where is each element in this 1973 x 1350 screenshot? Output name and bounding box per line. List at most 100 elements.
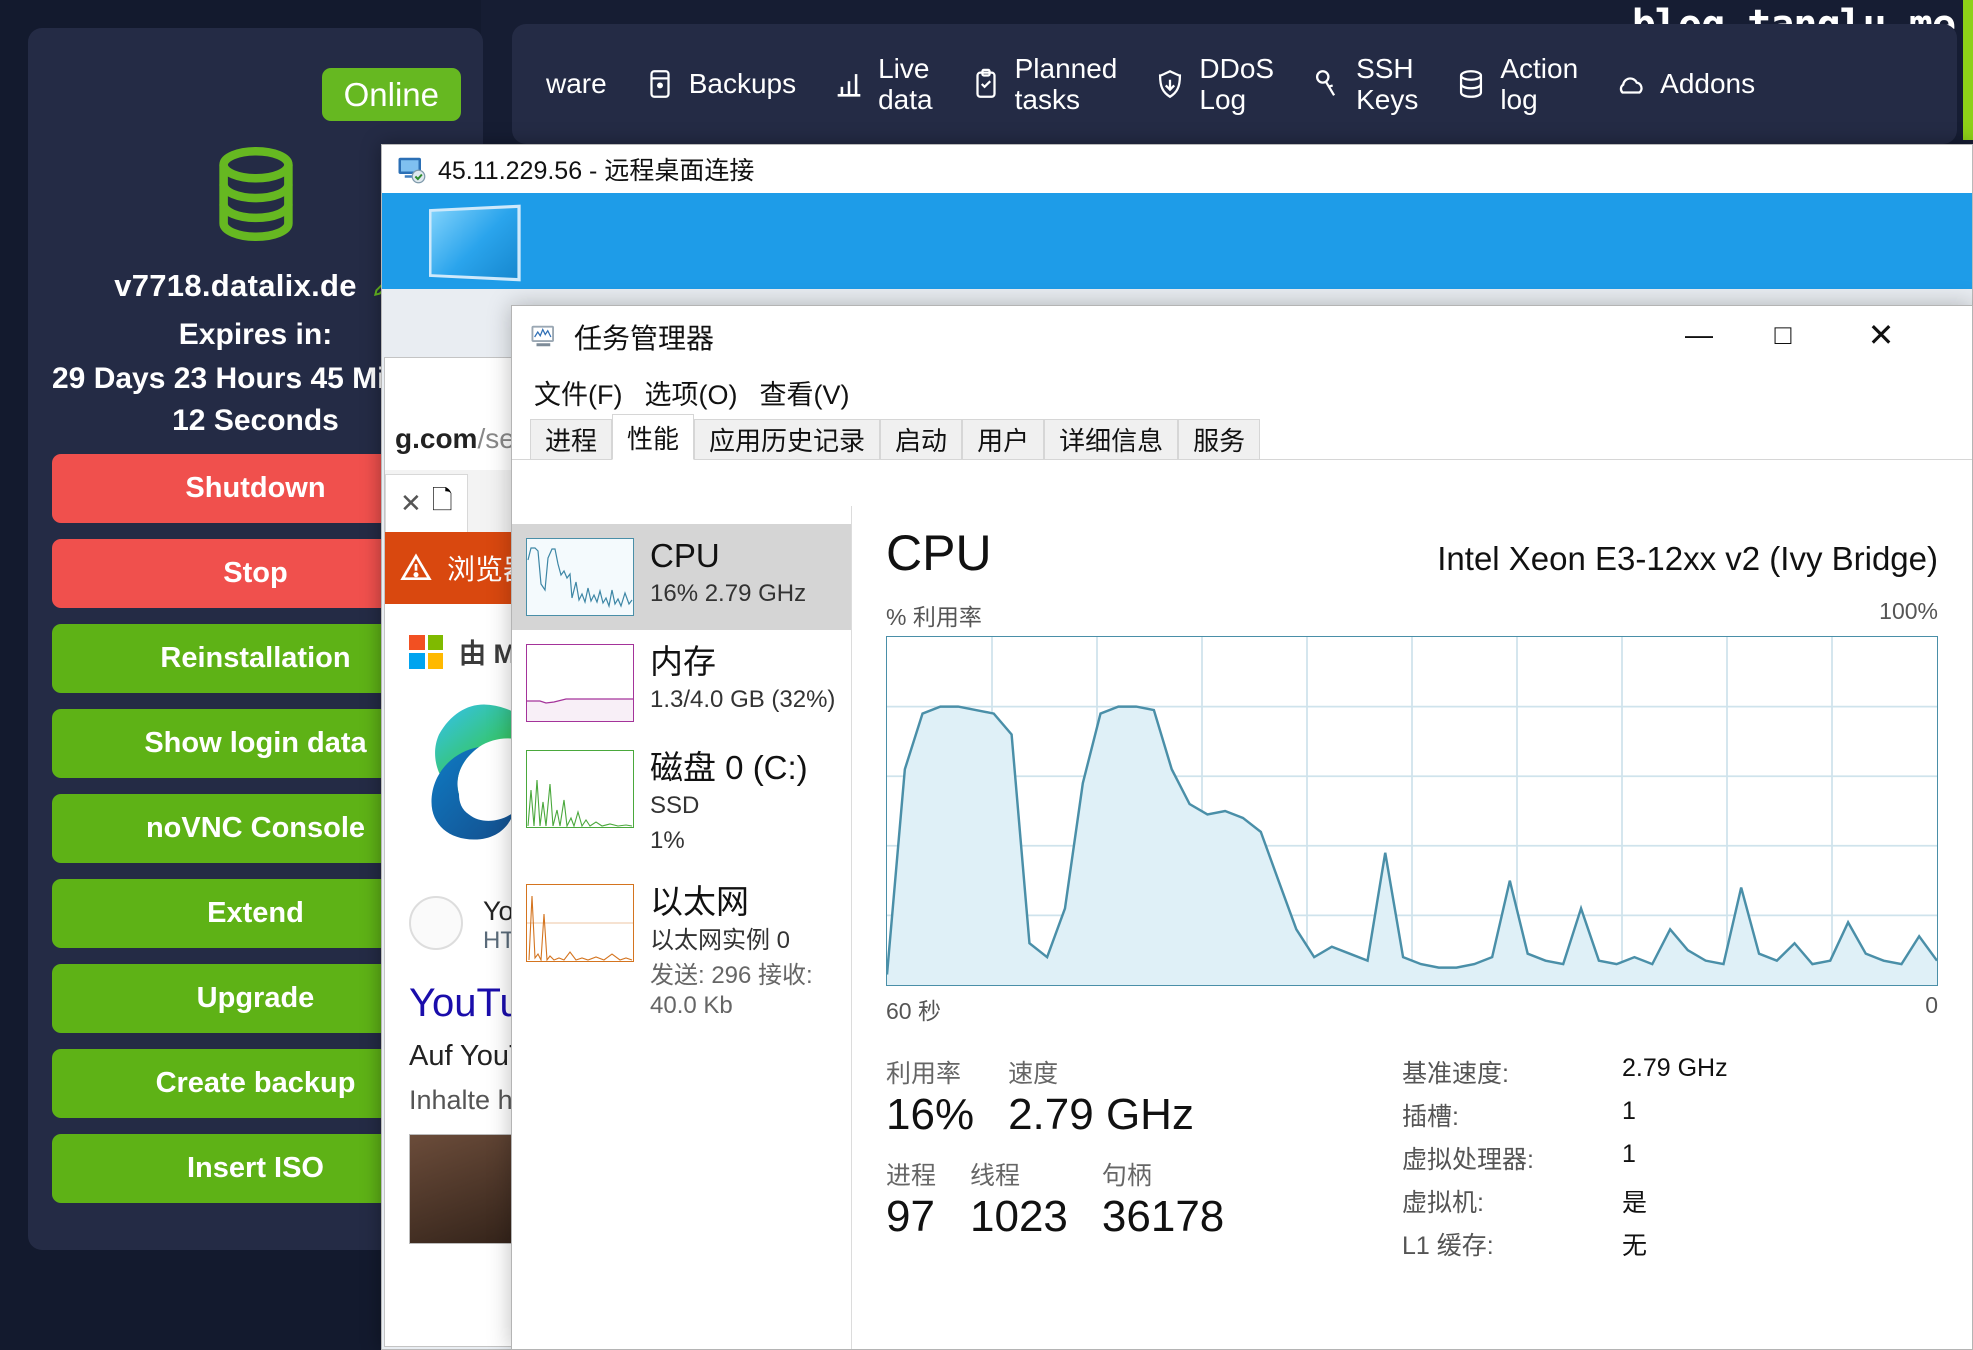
nav-label-backups: Backups [689, 68, 796, 99]
nav-label-action: Action [1500, 53, 1578, 84]
tab-users[interactable]: 用户 [962, 419, 1044, 459]
tab-performance[interactable]: 性能 [612, 414, 694, 460]
task-manager-window[interactable]: 任务管理器 — □ ✕ 文件(F) 选项(O) 查看(V) 进程 性能 应用历史… [511, 305, 1973, 1350]
stat-speed-label: 速度 [1008, 1054, 1194, 1090]
rdp-title-text: 45.11.229.56 - 远程桌面连接 [438, 151, 754, 187]
nav-label-ssh-2: Keys [1356, 84, 1418, 115]
close-icon[interactable]: ✕ [400, 488, 422, 519]
stat-processes-label: 进程 [886, 1156, 936, 1192]
cpu-details-list: 基准速度: 2.79 GHz 插槽: 1 虚拟处理器: 1 虚拟机: 是 [1366, 1054, 1938, 1269]
nav-item-ssh-keys[interactable]: SSH Keys [1292, 53, 1436, 116]
nav-item-live-data[interactable]: Live data [814, 53, 951, 116]
task-manager-title: 任务管理器 [574, 317, 714, 357]
detail-l1-cache-key: L1 缓存: [1402, 1226, 1622, 1262]
cpu-statistics: 利用率 16% 速度 2.79 GHz 进程 97 [886, 1054, 1938, 1269]
stat-processes-value: 97 [886, 1194, 936, 1240]
remote-desktop-icon [396, 154, 426, 184]
stat-threads-label: 线程 [970, 1156, 1068, 1192]
server-name: v7718.datalix.de [114, 268, 357, 304]
nav-label-ssh: SSH [1356, 53, 1414, 84]
resource-item-cpu[interactable]: CPU 16% 2.79 GHz [512, 524, 851, 630]
detail-virtual-machine-key: 虚拟机: [1402, 1183, 1622, 1219]
detail-sockets-value: 1 [1622, 1097, 1636, 1133]
tab-services[interactable]: 服务 [1178, 419, 1260, 459]
tab-details[interactable]: 详细信息 [1044, 419, 1178, 459]
taskmgr-close-button[interactable]: ✕ [1842, 306, 1920, 364]
green-accent-edge [1963, 0, 1973, 140]
nav-item-ddos-log[interactable]: DDoS Log [1135, 53, 1292, 116]
database-logo-icon [201, 140, 311, 248]
menu-options[interactable]: 选项(O) [644, 373, 737, 412]
top-navigation: ware Backups Live data Planned tasks [512, 24, 1957, 144]
tab-app-history[interactable]: 应用历史记录 [694, 419, 880, 459]
taskmgr-minimize-button[interactable]: — [1660, 306, 1738, 364]
nav-item-backups[interactable]: Backups [625, 65, 814, 103]
chart-icon [832, 65, 866, 103]
detail-virtual-processors-key: 虚拟处理器: [1402, 1140, 1622, 1176]
nav-label-addons: Addons [1660, 68, 1755, 99]
nav-label-ddos-2: Log [1199, 84, 1274, 115]
task-manager-icon [528, 322, 560, 352]
edge-tab-item[interactable]: ✕ 🗋 [385, 474, 468, 532]
nav-label-action-2: log [1500, 84, 1578, 115]
graph-xleft: 60 秒 [886, 992, 941, 1026]
nav-label-planned-2: tasks [1015, 84, 1118, 115]
cpu-panel-header: CPU Intel Xeon E3-12xx v2 (Ivy Bridge) [886, 524, 1938, 582]
cloud-icon [1614, 65, 1648, 103]
detail-virtual-processors-value: 1 [1622, 1140, 1636, 1176]
menu-view[interactable]: 查看(V) [759, 373, 849, 412]
cpu-model-label: Intel Xeon E3-12xx v2 (Ivy Bridge) [1437, 540, 1938, 578]
tab-processes[interactable]: 进程 [530, 419, 612, 459]
resource-item-ethernet[interactable]: 以太网 以太网实例 0 发送: 296 接收: 40.0 Kb [512, 870, 851, 1034]
resource-sub-disk-1: SSD [650, 791, 808, 821]
detail-base-speed-value: 2.79 GHz [1622, 1054, 1728, 1090]
task-manager-menubar[interactable]: 文件(F) 选项(O) 查看(V) [512, 368, 1972, 416]
resource-name-disk: 磁盘 0 (C:) [650, 749, 808, 786]
cpu-stats-row-2: 进程 97 线程 1023 句柄 36178 [886, 1156, 1366, 1240]
rdp-titlebar[interactable]: 45.11.229.56 - 远程桌面连接 [382, 145, 1972, 193]
edge-url-domain: g.com [395, 423, 477, 454]
nav-item-addons[interactable]: Addons [1596, 65, 1773, 103]
resource-item-disk[interactable]: 磁盘 0 (C:) SSD 1% [512, 736, 851, 870]
nav-item-planned-tasks[interactable]: Planned tasks [951, 53, 1136, 116]
database-icon [1454, 65, 1488, 103]
new-tab-icon[interactable]: 🗋 [432, 482, 453, 526]
resource-name-cpu: CPU [650, 537, 720, 574]
stat-handles-label: 句柄 [1102, 1156, 1224, 1192]
backup-icon [643, 65, 677, 103]
nav-item-hardware[interactable]: ware [528, 68, 625, 99]
resource-item-memory[interactable]: 内存 1.3/4.0 GB (32%) [512, 630, 851, 736]
taskmgr-maximize-button[interactable]: □ [1744, 306, 1822, 364]
detail-virtual-machine: 虚拟机: 是 [1402, 1183, 1938, 1219]
resource-sub-cpu: 16% 2.79 GHz [650, 579, 806, 609]
graph-ymax: 100% [1879, 598, 1938, 632]
nav-label-live: Live [878, 53, 929, 84]
graph-xright: 0 [1925, 992, 1938, 1026]
detail-base-speed: 基准速度: 2.79 GHz [1402, 1054, 1938, 1090]
detail-virtual-processors: 虚拟处理器: 1 [1402, 1140, 1938, 1176]
status-badge: Online [322, 68, 461, 121]
task-manager-titlebar[interactable]: 任务管理器 — □ ✕ [512, 306, 1972, 368]
menu-file[interactable]: 文件(F) [534, 373, 622, 412]
graph-gridlines [887, 637, 1937, 985]
cpu-stats-left: 利用率 16% 速度 2.79 GHz 进程 97 [886, 1054, 1366, 1269]
stat-threads-value: 1023 [970, 1194, 1068, 1240]
task-manager-tabs[interactable]: 进程 性能 应用历史记录 启动 用户 详细信息 服务 [512, 416, 1972, 460]
graph-axis-bottom: 60 秒 0 [886, 992, 1938, 1026]
resource-sub-ethernet-2: 发送: 296 接收: 40.0 Kb [650, 961, 841, 1021]
nav-label-hardware: ware [546, 68, 607, 99]
microsoft-logo-icon [409, 635, 443, 669]
nav-item-action-log[interactable]: Action log [1436, 53, 1596, 116]
detail-l1-cache-value: 无 [1622, 1226, 1647, 1262]
detail-sockets: 插槽: 1 [1402, 1097, 1938, 1133]
stat-utilization-value: 16% [886, 1092, 974, 1138]
cpu-graph-svg [887, 637, 1937, 985]
rdp-desktop-background [382, 193, 1972, 289]
cpu-utilization-graph [886, 636, 1938, 986]
tab-startup[interactable]: 启动 [880, 419, 962, 459]
stat-processes: 进程 97 [886, 1156, 936, 1240]
nav-label-ddos: DDoS [1199, 53, 1274, 84]
graph-ylabel: % 利用率 [886, 598, 982, 632]
stat-handles-value: 36178 [1102, 1194, 1224, 1240]
stat-utilization: 利用率 16% [886, 1054, 974, 1138]
